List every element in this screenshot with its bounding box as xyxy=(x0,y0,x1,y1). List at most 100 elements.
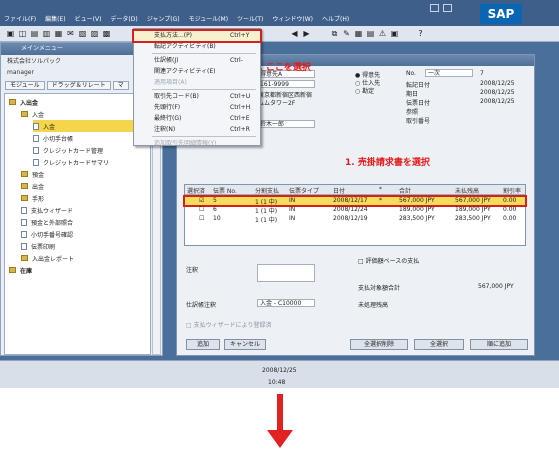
menu-item[interactable]: 編集(E) xyxy=(45,14,65,23)
grid-column-header[interactable]: 伝票 No. xyxy=(213,186,237,195)
tree-item[interactable]: クレジットカードサマリ xyxy=(33,156,149,168)
context-menu-item[interactable]: 仕訳帳(J) Ctrl- xyxy=(134,56,260,66)
table-row[interactable]: ☐ 6 1 (1 中) IN 2008/12/24 189,000 JPY 189,000 … xyxy=(185,206,525,215)
tree-item-label: 在庫 xyxy=(20,267,33,275)
due-date-value[interactable]: 2008/12/25 xyxy=(480,89,515,96)
pdf-icon[interactable]: ▩ xyxy=(102,29,111,38)
tree-item[interactable]: クレジットカード管理 xyxy=(33,144,149,156)
menu-item[interactable]: モジュール(M) xyxy=(189,14,228,23)
row-select-checkbox[interactable]: ☐ xyxy=(199,206,204,213)
maximize-icon[interactable] xyxy=(443,4,452,12)
remark-field[interactable] xyxy=(257,264,315,282)
save-icon[interactable]: ▤ xyxy=(30,29,39,38)
grid-column-header[interactable]: 伝票タイプ xyxy=(289,186,319,195)
menu-item[interactable]: ツール(T) xyxy=(237,14,263,23)
context-menu-item[interactable]: 取引先コード(B) Ctrl+U xyxy=(134,92,260,102)
document-icon xyxy=(21,218,27,226)
first-record-icon[interactable]: ◀ xyxy=(290,29,299,38)
auto-add-button[interactable]: 順に追加 xyxy=(470,339,528,350)
main-menu-tab[interactable]: マ xyxy=(112,81,129,90)
grid-column-header[interactable]: 割引率 xyxy=(503,186,521,195)
cancel-button[interactable]: キャンセル xyxy=(224,339,266,350)
mail-icon[interactable]: ✉ xyxy=(66,29,75,38)
excel-icon[interactable]: ▧ xyxy=(78,29,87,38)
grid-cell-date: 2008/12/24 xyxy=(333,206,368,213)
tree-item-label: 入出金 xyxy=(20,99,39,107)
grid-cell-discount: 0.00 xyxy=(503,206,517,213)
tree-item[interactable]: 出金 xyxy=(21,180,149,192)
journal-remark-field[interactable]: 入金 - C10000 xyxy=(257,299,315,307)
contact-person-field[interactable]: 鈴木一郎 xyxy=(257,120,315,128)
grid-column-header[interactable]: 合計 xyxy=(399,186,411,195)
posting-date-value[interactable]: 2008/12/25 xyxy=(480,80,515,87)
context-menu-item[interactable]: 先頭行(F) Ctrl+H xyxy=(134,103,260,113)
grid-cell-discount: 0.00 xyxy=(503,215,517,222)
grid-column-header[interactable]: 選択済 xyxy=(187,186,205,195)
phone-field[interactable]: 161-9999 xyxy=(257,80,315,88)
module-tree: 入出金 入金 入金 小切手台帳 クレジットカード管理 クレジットカードサマリ 預金 出金 手形支… xyxy=(4,93,151,355)
help-icon[interactable]: ? xyxy=(416,29,425,38)
grid-column-header[interactable]: * xyxy=(379,186,382,193)
total-value: 567,000 JPY xyxy=(478,283,514,290)
context-menu-item[interactable]: 転記アクティビティ(B) xyxy=(134,42,260,52)
reference-label: 参照 xyxy=(406,109,419,116)
tree-item[interactable]: 伝票印刷 xyxy=(21,240,149,252)
document-icon xyxy=(33,158,39,166)
context-menu-item[interactable]: 注釈(N) Ctrl+R xyxy=(134,125,260,135)
row-select-checkbox[interactable]: ☐ xyxy=(199,215,204,222)
tree-item[interactable]: 入金 xyxy=(21,108,149,120)
tree-item[interactable]: 入出金 xyxy=(9,96,149,108)
status-date: 2008/12/25 xyxy=(262,367,297,374)
tree-item[interactable]: 預金 xyxy=(21,168,149,180)
context-menu-item: 追加取引先明細情報(Y) xyxy=(134,139,260,149)
settings-icon[interactable]: ▣ xyxy=(390,29,399,38)
context-menu-item[interactable]: 関連アクティビティ(E) xyxy=(134,67,260,77)
clear-selection-button[interactable]: 全選択削除 xyxy=(350,339,408,350)
add-button[interactable]: 追加 xyxy=(186,339,220,350)
menu-item[interactable]: データ(D) xyxy=(110,14,137,23)
print-icon[interactable]: ▥ xyxy=(42,29,51,38)
context-menu-item[interactable]: 最終行(G) Ctrl+E xyxy=(134,114,260,124)
context-menu-item[interactable]: 支払方法...(P) Ctrl+Y xyxy=(132,29,262,43)
main-menu-tab[interactable]: モジュール xyxy=(5,81,45,90)
toolbar: ▣ ◫ ▤ ▥ ▦ ✉ ▧ ▨ ▩ ◀ ▶ ⧉ ✎ ▦ ▤ ⚠ ▣ ? xyxy=(0,26,559,42)
menu-item[interactable]: ジャンプ(G) xyxy=(147,14,180,23)
series-select[interactable]: 一次 xyxy=(425,69,473,77)
tree-item[interactable]: 支払ウィザード xyxy=(21,204,149,216)
next-record-icon[interactable]: ▶ xyxy=(302,29,311,38)
grid-column-header[interactable]: 未払残高 xyxy=(455,186,479,195)
copy-icon[interactable]: ⧉ xyxy=(330,29,339,38)
tree-item[interactable]: 預金と外部照合 xyxy=(21,216,149,228)
minimize-icon[interactable] xyxy=(430,4,439,12)
tree-item[interactable]: 小切手台帳 xyxy=(33,132,149,144)
row-select-checkbox[interactable]: ☑ xyxy=(199,197,204,204)
select-all-button[interactable]: 全選択 xyxy=(414,339,464,350)
chart-icon[interactable]: ▦ xyxy=(354,29,363,38)
tree-item[interactable]: 入出金レポート xyxy=(21,252,149,264)
transaction-no-label: 取引番号 xyxy=(406,118,431,125)
tree-item[interactable]: 入金 xyxy=(33,120,149,132)
wizard-checkbox[interactable]: □ 支払ウィザードにより登録済 xyxy=(186,320,271,329)
openbalance-checkbox[interactable]: □ 評価額ベースの支払 xyxy=(358,256,419,265)
radio-account[interactable]: ○ 勘定 xyxy=(355,86,374,95)
word-icon[interactable]: ▨ xyxy=(90,29,99,38)
doc-icon[interactable]: ▤ xyxy=(366,29,375,38)
menu-item[interactable]: ウィンドウ(W) xyxy=(272,14,313,23)
tree-item[interactable]: 小切手番号確認 xyxy=(21,228,149,240)
tree-item[interactable]: 手形 xyxy=(21,192,149,204)
table-row[interactable]: ☐ 10 1 (1 中) IN 2008/12/19 283,500 JPY 283,500… xyxy=(185,215,525,224)
preview-icon[interactable]: ▦ xyxy=(54,29,63,38)
table-row[interactable]: ☑ 5 1 (1 中) IN 2008/12/17 * 567,000 JPY 567,000… xyxy=(183,195,527,207)
tree-item[interactable]: 在庫 xyxy=(9,264,149,276)
main-menu-tab[interactable]: ドラッグ＆リレート xyxy=(46,81,111,90)
grid-column-header[interactable]: 分割支払 xyxy=(255,186,279,195)
menu-item[interactable]: ファイル(F) xyxy=(4,14,36,23)
menu-item[interactable]: ヘルプ(H) xyxy=(322,14,349,23)
warning-icon[interactable]: ⚠ xyxy=(378,29,387,38)
open-icon[interactable]: ◫ xyxy=(18,29,27,38)
grid-column-header[interactable]: 日付 xyxy=(333,186,345,195)
new-icon[interactable]: ▣ xyxy=(6,29,15,38)
pencil-icon[interactable]: ✎ xyxy=(342,29,351,38)
doc-date-value[interactable]: 2008/12/25 xyxy=(480,98,515,105)
menu-item[interactable]: ビュー(V) xyxy=(75,14,102,23)
